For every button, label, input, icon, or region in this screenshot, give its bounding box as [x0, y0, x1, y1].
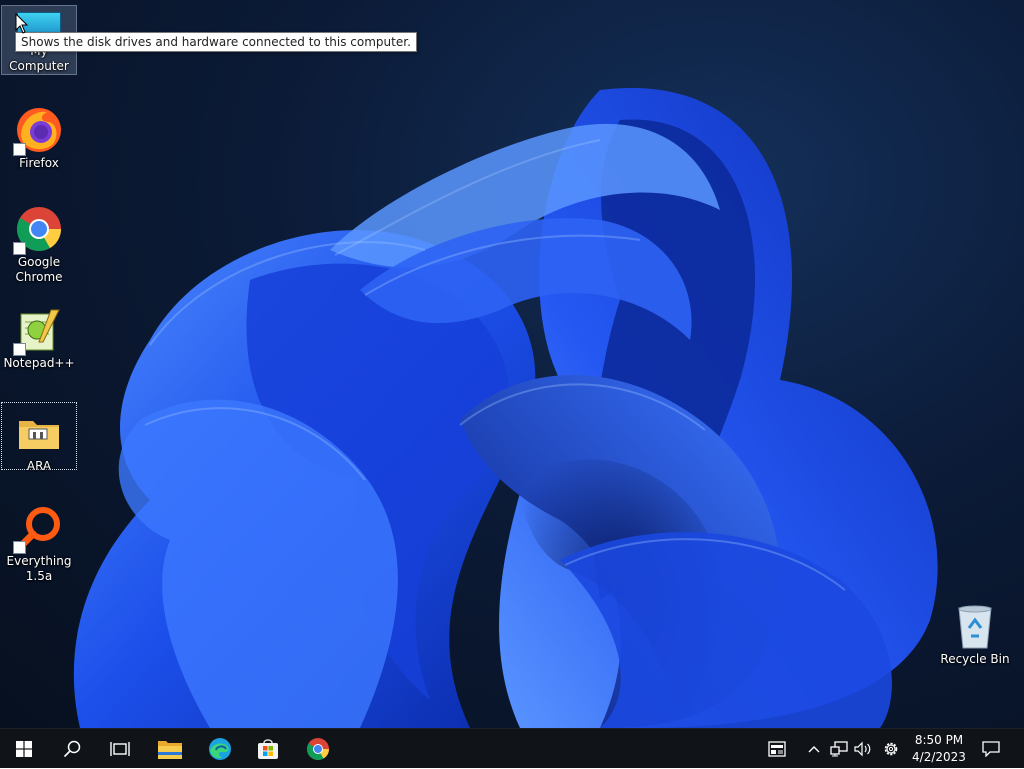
show-hidden-icons-button[interactable] — [804, 729, 824, 769]
task-view-icon — [110, 742, 130, 756]
wallpaper-bloom — [73, 87, 938, 728]
news-widget-button[interactable] — [764, 729, 790, 769]
search-icon — [63, 740, 81, 758]
microsoft-store-icon — [258, 739, 278, 759]
task-view-button[interactable] — [96, 729, 144, 769]
shortcut-arrow-icon — [13, 242, 26, 255]
chrome-icon — [307, 738, 329, 760]
notepad-plus-plus-icon — [13, 306, 63, 356]
settings-gear-icon — [884, 742, 898, 756]
desktop-icon-label: Notepad++ — [3, 356, 75, 370]
desktop-icon-label: Firefox — [19, 156, 59, 170]
mouse-cursor-icon — [15, 13, 29, 34]
windows-logo-icon — [16, 741, 32, 757]
chrome-icon — [13, 205, 63, 255]
firefox-icon — [13, 106, 63, 156]
desktop-icon-firefox[interactable]: Firefox — [1, 100, 77, 178]
search-button[interactable] — [48, 729, 96, 769]
network-icon — [830, 741, 848, 757]
recycle-bin-icon — [951, 602, 999, 650]
desktop-icon-google-chrome[interactable]: Google Chrome — [1, 199, 77, 291]
news-widget-icon — [768, 741, 786, 757]
desktop-icon-label: Google Chrome — [15, 255, 63, 284]
taskbar: 8:50 PM 4/2/2023 — [0, 728, 1024, 768]
shortcut-arrow-icon — [13, 541, 26, 554]
tooltip: Shows the disk drives and hardware conne… — [15, 32, 417, 52]
shortcut-arrow-icon — [13, 143, 26, 156]
edge-button[interactable] — [196, 729, 244, 769]
volume-button[interactable] — [852, 729, 874, 769]
folder-icon — [15, 409, 63, 457]
clock-date: 4/2/2023 — [912, 750, 966, 764]
file-explorer-icon — [158, 741, 182, 759]
settings-button[interactable] — [880, 729, 902, 769]
network-button[interactable] — [828, 729, 850, 769]
everything-search-icon — [13, 504, 63, 554]
desktop-icon-label: Recycle Bin — [940, 652, 1010, 666]
desktop-icon-label: Everything 1.5a — [6, 554, 72, 583]
clock[interactable]: 8:50 PM 4/2/2023 — [904, 732, 974, 766]
start-button[interactable] — [0, 729, 48, 769]
desktop-icon-recycle-bin[interactable]: Recycle Bin — [937, 596, 1013, 670]
chevron-up-icon — [808, 746, 820, 753]
desktop-icon-notepad-plus-plus[interactable]: Notepad++ — [1, 300, 77, 376]
file-explorer-button[interactable] — [146, 729, 194, 769]
action-center-button[interactable] — [978, 729, 1004, 769]
clock-time: 8:50 PM — [914, 733, 964, 747]
desktop[interactable]: My Computer Firefox — [0, 0, 1024, 728]
action-center-icon — [982, 741, 1000, 757]
desktop-icon-everything[interactable]: Everything 1.5a — [1, 498, 77, 588]
desktop-icon-ara[interactable]: ARA — [1, 402, 77, 473]
desktop-icon-label: ARA — [26, 459, 52, 473]
chrome-button[interactable] — [294, 729, 342, 769]
volume-icon — [854, 741, 871, 757]
shortcut-arrow-icon — [13, 343, 26, 356]
store-button[interactable] — [244, 729, 292, 769]
edge-icon — [209, 738, 231, 760]
